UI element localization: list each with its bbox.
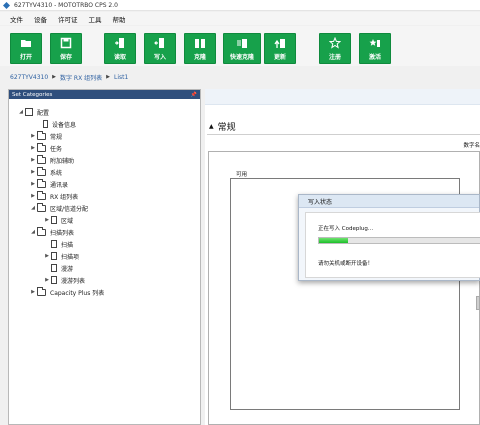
tree-item-general[interactable]: ▶ 常规 [29, 130, 62, 142]
scrollbar-thumb[interactable] [476, 296, 480, 310]
tree-item-accessories[interactable]: ▶ 附加辅助 [29, 154, 74, 166]
folder-icon [37, 226, 46, 236]
quick-clone-button[interactable]: 快速克隆 [223, 33, 261, 64]
radio-config-icon [25, 108, 33, 116]
tree-item-config[interactable]: ◢ 配置 [17, 106, 49, 118]
document-icon [51, 276, 57, 284]
collapsed-arrow-icon[interactable]: ▶ [29, 181, 37, 187]
folder-icon [37, 178, 46, 188]
star-outline-icon [329, 36, 341, 49]
warning-message: 请勿关机或断开设备！ [318, 261, 374, 267]
folder-icon [37, 130, 46, 140]
document-icon [51, 252, 57, 260]
section-title: 常规 [217, 123, 236, 133]
expanded-arrow-icon[interactable]: ◢ [29, 205, 37, 211]
tree-item-device-info[interactable]: 设备信息 [43, 118, 76, 130]
menu-bar: 文件 设备 许可证 工具 帮助 [0, 12, 480, 25]
collapsed-arrow-icon[interactable]: ▶ [29, 157, 37, 163]
document-icon [51, 264, 57, 272]
available-label: 可用 [236, 172, 248, 178]
expanded-arrow-icon[interactable]: ◢ [29, 229, 37, 235]
tree-item-tasks[interactable]: ▶ 任务 [29, 142, 62, 154]
menu-license[interactable]: 许可证 [58, 14, 78, 24]
activate-button[interactable]: 激活 [359, 33, 391, 64]
quick-clone-icon [237, 38, 247, 48]
progress-bar [318, 237, 480, 244]
collapsed-arrow-icon[interactable]: ▶ [43, 253, 51, 259]
write-button[interactable]: 写入 [144, 33, 176, 64]
collapsed-arrow-icon[interactable]: ▶ [29, 193, 37, 199]
tree-item-system[interactable]: ▶ 系统 [29, 166, 62, 178]
collapsed-arrow-icon[interactable]: ▶ [43, 277, 51, 283]
panel-header: Set Categories 📌 [9, 90, 200, 99]
folder-icon [37, 202, 46, 212]
tree-item-capacity-plus[interactable]: ▶ Capacity Plus 列表 [29, 286, 104, 298]
editor-header-band [205, 89, 480, 105]
column-header-digital-name: 数字名 [463, 143, 480, 149]
device-icon [43, 120, 48, 128]
collapsed-arrow-icon[interactable]: ▶ [29, 169, 37, 175]
save-icon [60, 37, 72, 48]
panel-header-title: Set Categories [12, 91, 53, 98]
tree-item-scan-list[interactable]: ◢ 扫描列表 [29, 226, 74, 238]
menu-file[interactable]: 文件 [10, 14, 23, 24]
write-radio-icon [154, 37, 164, 48]
register-button[interactable]: 注册 [319, 33, 351, 64]
tree-item-scan-items[interactable]: ▶ 扫描项 [43, 250, 79, 262]
folder-icon [37, 142, 46, 152]
dialog-title: 写入状态 [299, 195, 479, 208]
expanded-arrow-icon[interactable]: ◢ [17, 109, 25, 115]
update-button[interactable]: 更新 [264, 33, 296, 64]
chevron-right-icon: ▶ [106, 74, 110, 80]
breadcrumb-item-device[interactable]: 627TYV4310 [10, 74, 48, 81]
folder-icon [37, 166, 46, 176]
read-button[interactable]: 读取 [104, 33, 136, 64]
menu-device[interactable]: 设备 [34, 14, 47, 24]
open-button[interactable]: 打开 [10, 33, 42, 64]
toolbar: 打开 保存 读取 写入 克隆 快速克隆 更新 注册 激活 [0, 26, 480, 66]
update-icon [274, 38, 285, 48]
dialog-body: 正在写入 Codeplug... 请勿关机或断开设备！ [305, 212, 480, 278]
folder-open-icon [21, 39, 31, 47]
section-header[interactable]: ▲ 常规 [209, 120, 236, 133]
tree-item-roam-list[interactable]: ▶ 漫游列表 [43, 274, 85, 286]
tree-item-roam[interactable]: 漫游 [51, 262, 73, 274]
collapsed-arrow-icon[interactable]: ▶ [29, 289, 37, 295]
breadcrumb: 627TYV4310 ▶ 数字 RX 组列表 ▶ List1 [0, 68, 480, 86]
collapse-chevron-icon[interactable]: ▲ [209, 123, 214, 130]
read-radio-icon [115, 37, 124, 48]
set-categories-panel: Set Categories 📌 ◢ 配置 设备信息 ▶ 常规 ▶ 任务 ▶ 附… [8, 89, 201, 425]
tree-item-zone[interactable]: ▶ 区域 [43, 214, 73, 226]
divider [207, 134, 480, 135]
zone-icon [51, 216, 57, 224]
breadcrumb-item-list[interactable]: List1 [114, 74, 128, 81]
tree-item-scan[interactable]: 扫描 [51, 238, 73, 250]
collapsed-arrow-icon[interactable]: ▶ [29, 133, 37, 139]
document-icon [51, 240, 57, 248]
app-logo-icon [3, 1, 10, 9]
pin-icon[interactable]: 📌 [191, 92, 197, 98]
collapsed-arrow-icon[interactable]: ▶ [29, 145, 37, 151]
activate-star-icon [369, 38, 380, 47]
write-status-dialog: 写入状态 正在写入 Codeplug... 请勿关机或断开设备！ [298, 194, 480, 281]
breadcrumb-item-rx-group[interactable]: 数字 RX 组列表 [60, 73, 102, 82]
folder-icon [37, 190, 46, 200]
tree-item-contacts[interactable]: ▶ 通讯录 [29, 178, 68, 190]
window-title: 627TYV4310 - MOTOTRBO CPS 2.0 [14, 1, 118, 9]
progress-fill [319, 238, 349, 243]
tree-item-zone-channel[interactable]: ◢ 区域/信道分配 [29, 202, 88, 214]
folder-icon [37, 154, 46, 164]
title-bar: 627TYV4310 - MOTOTRBO CPS 2.0 [0, 0, 480, 11]
chevron-right-icon: ▶ [52, 74, 57, 80]
save-button[interactable]: 保存 [50, 33, 82, 64]
status-message: 正在写入 Codeplug... [318, 226, 374, 232]
clone-button[interactable]: 克隆 [184, 33, 216, 64]
menu-help[interactable]: 帮助 [113, 14, 126, 24]
clone-radio-icon [195, 38, 205, 48]
collapsed-arrow-icon[interactable]: ▶ [43, 217, 51, 223]
tree-item-rx-group-list[interactable]: ▶ RX 组列表 [29, 190, 78, 202]
folder-icon [37, 286, 46, 296]
menu-tools[interactable]: 工具 [89, 14, 102, 24]
